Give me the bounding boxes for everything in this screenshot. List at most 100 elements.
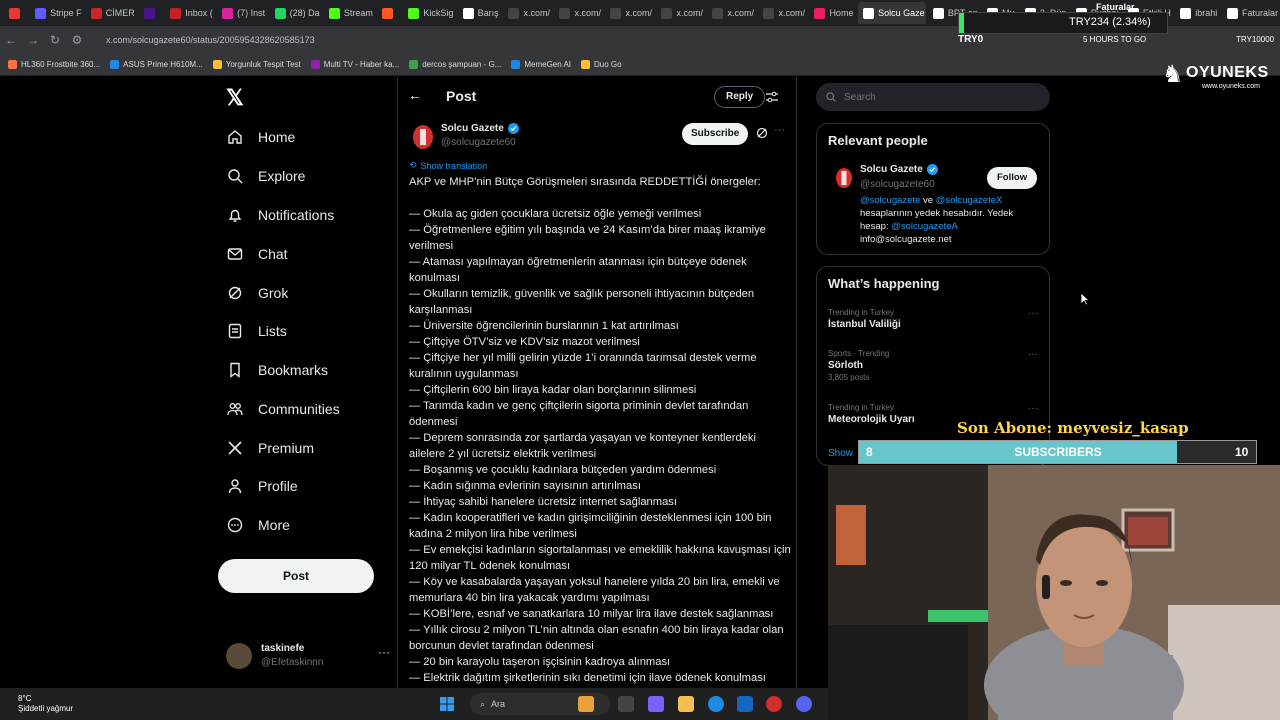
sidebar-item-premium[interactable]: Premium <box>226 433 314 463</box>
back-arrow-icon[interactable]: ← <box>0 33 22 47</box>
relevant-people-card: Relevant people Solcu Gazete @solcugazet… <box>816 123 1050 255</box>
browser-tab[interactable]: x.com/ <box>758 2 807 24</box>
sidebar-item-grok[interactable]: Grok <box>226 278 288 308</box>
more-dots-icon[interactable]: ··· <box>774 124 785 136</box>
post-line: — Çiftçiye ÖTV’siz ve KDV’siz mazot veri… <box>409 336 640 348</box>
search-input[interactable]: Search <box>816 83 1050 111</box>
solcu-gazete-logo-icon[interactable] <box>412 124 434 150</box>
news-widget-icon[interactable] <box>578 696 594 712</box>
trend-item[interactable]: Trending in Turkey İstanbul Valiliği ··· <box>828 308 1038 330</box>
more-dots-icon[interactable]: ··· <box>1028 349 1038 360</box>
bookmark-item[interactable]: ASUS Prime H610M... <box>110 60 203 69</box>
bio-link[interactable]: @solcugazeteA <box>891 221 958 232</box>
browser-tab[interactable]: x.com/ <box>656 2 705 24</box>
post-intro: AKP ve MHP’nin Bütçe Görüşmeleri sırasın… <box>409 176 761 188</box>
sidebar-item-home[interactable]: Home <box>226 122 295 152</box>
browser-tab[interactable]: KickSig <box>403 2 455 24</box>
bookmark-item[interactable]: dercos şampuan - G... <box>409 60 501 69</box>
bio-link[interactable]: @solcugazete <box>860 195 920 206</box>
sidebar-item-chat[interactable]: Chat <box>226 239 288 269</box>
sidebar-item-profile[interactable]: Profile <box>226 471 298 501</box>
site-info-icon[interactable]: ⚙ <box>66 33 88 47</box>
reply-button[interactable]: Reply <box>714 86 766 108</box>
donation-time-left: 5 HOURS TO GO <box>1083 35 1147 44</box>
last-subscriber-label: Son Abone: meyvesiz_kasap <box>957 419 1189 437</box>
file-explorer-icon[interactable] <box>678 696 694 712</box>
sidebar-item-more[interactable]: More <box>226 510 290 540</box>
browser-tab[interactable]: Barış <box>458 2 502 24</box>
post-line: — Ev emekçisi kadınların sigortalanması … <box>409 544 791 572</box>
people-icon <box>226 400 244 418</box>
bookmark-item[interactable]: Yorgunluk Tespit Test <box>212 60 301 69</box>
trend-meta: Sports · Trending <box>828 349 890 358</box>
sidebar-item-communities[interactable]: Communities <box>226 394 340 424</box>
browser-tab[interactable] <box>377 2 401 24</box>
follow-button[interactable]: Follow <box>987 167 1038 189</box>
browser-tab[interactable] <box>4 2 28 24</box>
more-dots-icon[interactable]: ··· <box>1028 403 1038 414</box>
browser-tab[interactable]: (7) Inst <box>217 2 267 24</box>
sidebar-item-lists[interactable]: Lists <box>226 316 287 346</box>
weather-widget[interactable]: 8°C Şiddetli yağmur <box>18 694 73 714</box>
browser-tab[interactable]: CİMER <box>86 2 137 24</box>
discord-icon[interactable] <box>796 696 812 712</box>
trend-item[interactable]: Sports · Trending Sörloth 3,805 posts ··· <box>828 349 1038 382</box>
show-translation-link[interactable]: ⟲ Show translation <box>409 160 487 171</box>
copilot-icon[interactable] <box>648 696 664 712</box>
sidebar-item-label: Home <box>258 129 296 145</box>
tab-label: x.com/ <box>574 8 601 18</box>
reload-icon[interactable]: ↻ <box>44 33 66 47</box>
task-view-icon[interactable] <box>618 696 634 712</box>
solcu-gazete-logo-icon[interactable] <box>835 167 853 189</box>
donation-progress-value: TRY234 (2.34%) <box>1069 16 1151 28</box>
browser-tab[interactable]: Inbox ( <box>165 2 215 24</box>
bookmark-item[interactable]: Duo Go <box>581 60 622 69</box>
bookmark-item[interactable]: HL360 Frostbite 360... <box>8 60 100 69</box>
browser-tab[interactable]: Stream <box>324 2 375 24</box>
browser-tab[interactable]: Faturalar <box>1222 2 1280 24</box>
browser-tab[interactable]: x.com/ <box>605 2 654 24</box>
sidebar-item-bookmarks[interactable]: Bookmarks <box>226 355 328 385</box>
bio-link[interactable]: @solcugazeteX <box>936 195 1003 206</box>
browser-tab[interactable]: x.com/ <box>503 2 552 24</box>
browser-tab[interactable]: Solcu Gaze <box>858 2 926 24</box>
x-logo-icon[interactable]: 𝕏 <box>226 85 244 111</box>
tab-label: Faturalar <box>1242 8 1279 18</box>
opera-icon[interactable] <box>766 696 782 712</box>
bookmark-item[interactable]: Multi TV - Haber ka... <box>310 60 399 69</box>
url-field[interactable]: x.com/solcugazete60/status/2005954328620… <box>106 35 315 45</box>
oyuneks-logo: ♞ OYUNEKS www.oyuneks.com <box>1162 58 1268 98</box>
sidebar-item-explore[interactable]: Explore <box>226 161 305 191</box>
browser-tab[interactable]: Home <box>809 2 856 24</box>
user-name: taskinefe <box>261 643 305 654</box>
edge-icon[interactable] <box>708 696 724 712</box>
relevant-person-name[interactable]: Solcu Gazete <box>860 164 938 175</box>
store-icon[interactable] <box>737 696 753 712</box>
post-line: — Okulların temizlik, güvenlik ve sağlık… <box>409 288 755 316</box>
windows-start-icon[interactable] <box>440 697 454 711</box>
more-dots-icon[interactable]: ··· <box>1028 308 1038 319</box>
tab-favicon-icon <box>712 7 724 19</box>
sidebar-item-notifications[interactable]: Notifications <box>226 200 334 230</box>
author-handle[interactable]: @solcugazete60 <box>441 137 516 148</box>
browser-tab[interactable]: (28) Da <box>270 2 322 24</box>
post-button[interactable]: Post <box>218 559 374 593</box>
browser-tab[interactable]: ibrahi <box>1175 2 1220 24</box>
browser-tab[interactable]: Stripe F <box>30 2 84 24</box>
more-dots-icon[interactable]: ··· <box>378 645 390 659</box>
author-name[interactable]: Solcu Gazete <box>441 123 519 134</box>
sliders-icon[interactable] <box>766 90 778 108</box>
browser-tab[interactable]: x.com/ <box>707 2 756 24</box>
browser-tab[interactable]: x.com/ <box>554 2 603 24</box>
bookmark-item[interactable]: MemeGen AI <box>511 60 571 69</box>
forward-arrow-icon[interactable]: → <box>22 33 44 47</box>
grok-icon[interactable] <box>756 127 768 139</box>
post-line: — Çiftçiye her yıl milli gelirin yüzde 1… <box>409 352 757 380</box>
browser-tab[interactable] <box>139 2 163 24</box>
donation-progress-bar: TRY234 (2.34%) <box>958 12 1168 34</box>
back-arrow-icon[interactable]: ← <box>408 87 422 103</box>
show-more-link[interactable]: Show <box>828 448 853 459</box>
subscriber-goal-bar: SUBSCRIBERS 8 10 <box>858 440 1257 464</box>
subscribe-button[interactable]: Subscribe <box>682 123 749 145</box>
account-switcher[interactable]: taskinefe @Efetaskinnn ··· <box>226 639 390 675</box>
